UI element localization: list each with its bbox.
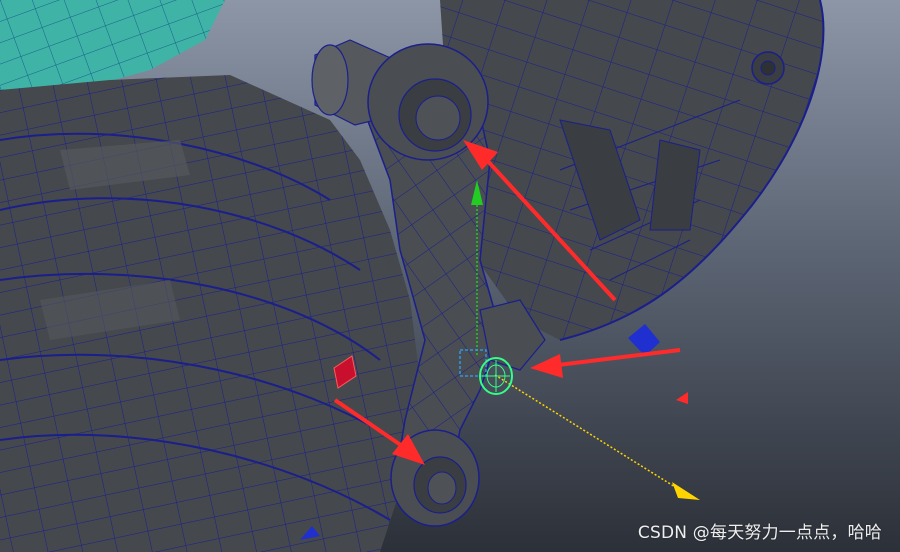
csdn-watermark: CSDN @每天努力一点点，哈哈 [637, 523, 882, 543]
maya-3d-viewport[interactable]: CSDN @每天努力一点点，哈哈 [0, 0, 900, 552]
viewport-canvas[interactable] [0, 0, 900, 552]
selected-component[interactable] [479, 357, 513, 395]
